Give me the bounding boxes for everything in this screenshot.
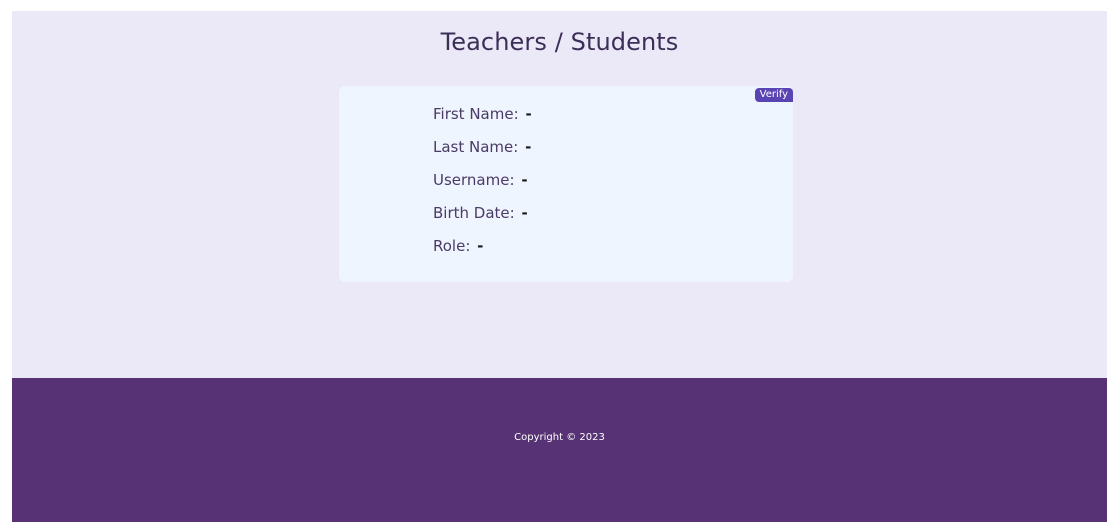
field-role: Role: - — [433, 237, 532, 270]
field-label: Role: — [433, 237, 471, 255]
footer: Copyright © 2023 — [12, 378, 1107, 522]
field-label: Username: — [433, 171, 515, 189]
verify-button[interactable]: Verify — [754, 88, 793, 102]
field-username: Username: - — [433, 171, 532, 204]
field-label: First Name: — [433, 105, 519, 123]
field-value: - — [525, 138, 532, 156]
field-label: Last Name: — [433, 138, 519, 156]
field-label: Birth Date: — [433, 204, 515, 222]
field-first-name: First Name: - — [433, 105, 532, 138]
field-value: - — [521, 204, 528, 222]
profile-fields: First Name: - Last Name: - Username: - B… — [433, 105, 532, 270]
field-last-name: Last Name: - — [433, 138, 532, 171]
profile-card: Verify First Name: - Last Name: - Userna… — [339, 86, 793, 282]
field-value: - — [525, 105, 532, 123]
field-value: - — [521, 171, 528, 189]
field-value: - — [477, 237, 484, 255]
page-container: Teachers / Students Verify First Name: -… — [12, 11, 1107, 522]
copyright-text: Copyright © 2023 — [514, 432, 605, 443]
page-title: Teachers / Students — [440, 28, 679, 56]
field-birth-date: Birth Date: - — [433, 204, 532, 237]
